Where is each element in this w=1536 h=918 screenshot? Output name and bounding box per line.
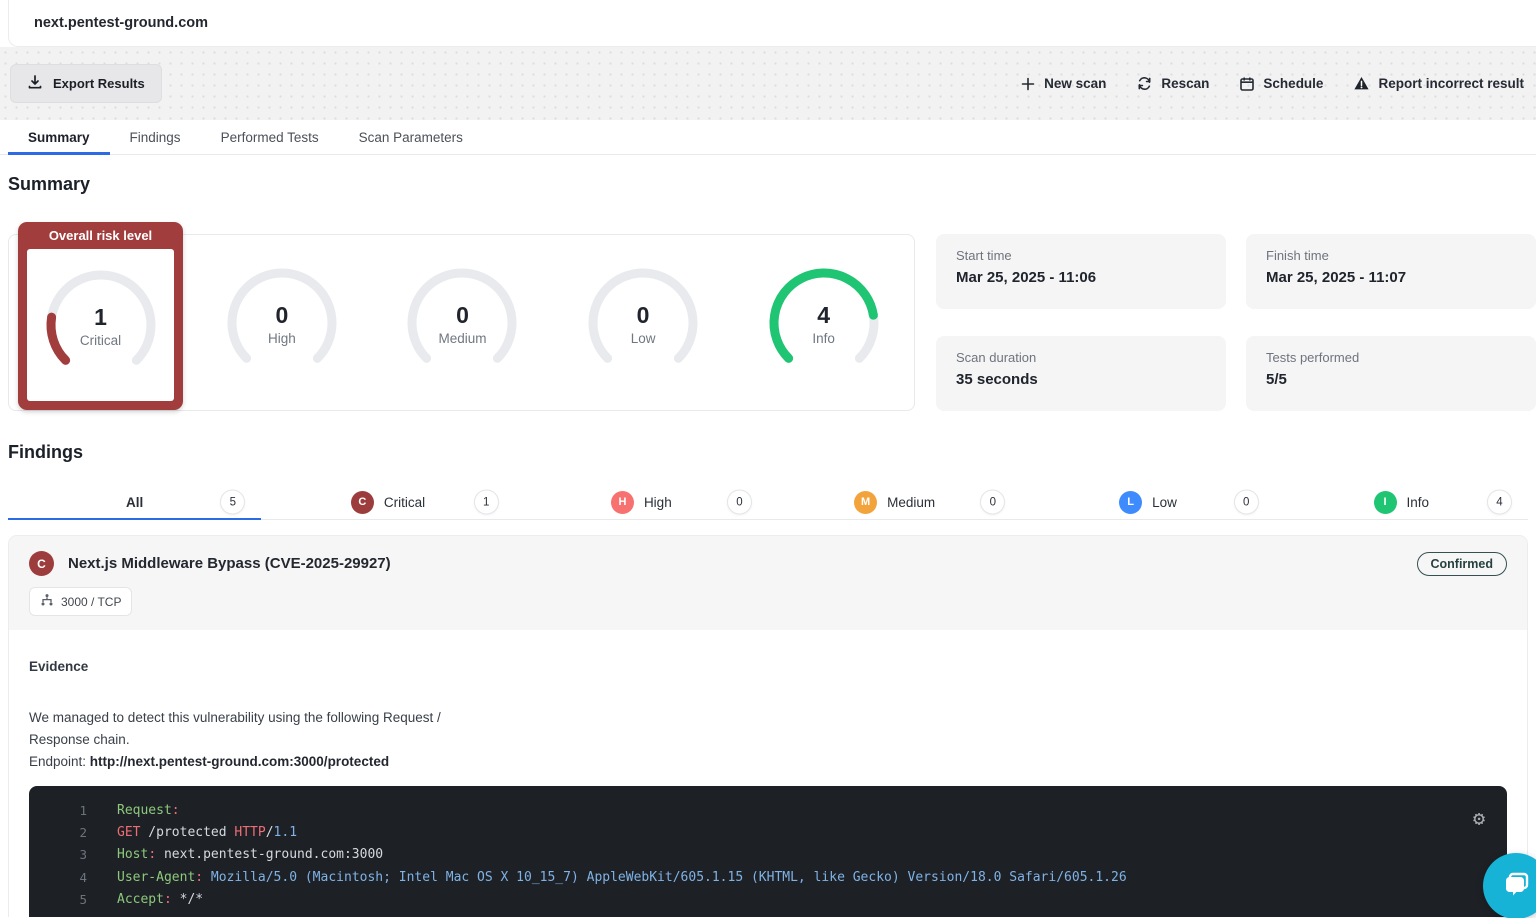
rescan-button[interactable]: Rescan	[1136, 75, 1209, 92]
code-lines: 1Request:2GET /protected HTTP/1.13Host: …	[29, 799, 1507, 910]
filter-count-critical: 1	[474, 490, 499, 515]
summary-heading: Summary	[8, 174, 1528, 195]
low-severity-icon: L	[1119, 491, 1142, 514]
title-bar: next.pentest-ground.com	[0, 0, 1536, 47]
filter-tab-all[interactable]: All 5	[8, 485, 261, 519]
scan-stats-grid: Start time Mar 25, 2025 - 11:06 Finish t…	[936, 234, 1536, 411]
gauge-low-value: 0	[637, 302, 650, 328]
stat-scan-duration: Scan duration 35 seconds	[936, 336, 1226, 411]
overall-risk-inner: 1 Critical	[27, 249, 174, 401]
filter-tab-critical[interactable]: C Critical 1	[261, 485, 514, 519]
toolbar-actions: New scan Rescan Schedule	[1020, 75, 1524, 92]
gauge-high-label: High	[268, 331, 296, 346]
evidence-description: We managed to detect this vulnerability …	[29, 707, 469, 751]
overall-risk-box: Overall risk level 1 Critical	[18, 222, 183, 410]
export-results-button[interactable]: Export Results	[10, 64, 162, 103]
tab-performed-tests[interactable]: Performed Tests	[201, 120, 339, 154]
finding-header[interactable]: C Next.js Middleware Bypass (CVE-2025-29…	[9, 536, 1527, 630]
http-request-code-block: 1Request:2GET /protected HTTP/1.13Host: …	[29, 786, 1507, 917]
chat-widget-button[interactable]	[1483, 853, 1536, 918]
toolbar-band: Export Results New scan Rescan	[0, 47, 1536, 120]
filter-tab-high[interactable]: H High 0	[515, 485, 768, 519]
filter-tab-medium[interactable]: M Medium 0	[768, 485, 1021, 519]
chat-bubble-icon	[1499, 867, 1533, 906]
port-badge[interactable]: 3000 / TCP	[29, 587, 132, 616]
evidence-heading: Evidence	[29, 659, 1507, 674]
gauge-info-value: 4	[817, 302, 830, 328]
gauge-medium-label: Medium	[438, 331, 486, 346]
medium-severity-icon: M	[854, 491, 877, 514]
gauge-high: 0 High	[222, 263, 342, 383]
code-line: 3Host: next.pentest-ground.com:3000	[29, 844, 1507, 866]
high-severity-icon: H	[611, 491, 634, 514]
gear-icon[interactable]: ⚙	[1473, 808, 1485, 828]
finding-severity-icon: C	[29, 551, 54, 576]
scan-target-title: next.pentest-ground.com	[34, 15, 208, 31]
filter-tab-low[interactable]: L Low 0	[1021, 485, 1274, 519]
finding-title: Next.js Middleware Bypass (CVE-2025-2992…	[68, 555, 1417, 572]
schedule-button[interactable]: Schedule	[1239, 76, 1323, 92]
gauge-high-value: 0	[275, 302, 288, 328]
scan-target-card: next.pentest-ground.com	[8, 0, 1536, 47]
overall-risk-label: Overall risk level	[18, 222, 183, 249]
finding-body: Evidence We managed to detect this vulne…	[9, 630, 1527, 917]
stat-finish-time: Finish time Mar 25, 2025 - 11:07	[1246, 234, 1536, 309]
plus-icon	[1020, 76, 1036, 92]
severity-gauges-card: Overall risk level 1 Critical	[8, 234, 915, 411]
endpoint-url: http://next.pentest-ground.com:3000/prot…	[90, 754, 389, 769]
filter-count-high: 0	[727, 490, 752, 515]
gauge-low: 0 Low	[583, 263, 703, 383]
filter-count-low: 0	[1234, 490, 1259, 515]
gauge-medium: 0 Medium	[402, 263, 522, 383]
evidence-endpoint: Endpoint: http://next.pentest-ground.com…	[29, 751, 1507, 773]
tab-findings[interactable]: Findings	[110, 120, 201, 154]
main-tabs: Summary Findings Performed Tests Scan Pa…	[0, 120, 1536, 155]
port-label: 3000 / TCP	[61, 595, 121, 609]
findings-filter-tabs: All 5 C Critical 1 H High 0 M Medium 0 L…	[8, 485, 1528, 520]
code-line: 2GET /protected HTTP/1.1	[29, 821, 1507, 843]
code-line: 4User-Agent: Mozilla/5.0 (Macintosh; Int…	[29, 866, 1507, 888]
filter-tab-info[interactable]: I Info 4	[1275, 485, 1528, 519]
stat-start-time: Start time Mar 25, 2025 - 11:06	[936, 234, 1226, 309]
refresh-icon	[1136, 75, 1153, 92]
confirmed-status-badge: Confirmed	[1417, 552, 1508, 576]
gauge-medium-value: 0	[456, 302, 469, 328]
code-line: 1Request:	[29, 799, 1507, 821]
critical-severity-icon: C	[351, 491, 374, 514]
code-line: 5Accept: */*	[29, 888, 1507, 910]
stat-tests-performed: Tests performed 5/5	[1246, 336, 1536, 411]
tab-scan-parameters[interactable]: Scan Parameters	[339, 120, 483, 154]
report-incorrect-result-button[interactable]: Report incorrect result	[1353, 75, 1524, 92]
info-severity-icon: I	[1374, 491, 1397, 514]
gauge-critical-label: Critical	[80, 333, 121, 348]
gauge-low-label: Low	[631, 331, 656, 346]
download-icon	[27, 74, 43, 93]
gauge-info: 4 Info	[764, 263, 884, 383]
findings-heading: Findings	[8, 442, 1528, 463]
new-scan-button[interactable]: New scan	[1020, 76, 1106, 92]
summary-row: Overall risk level 1 Critical	[8, 234, 1528, 411]
export-results-label: Export Results	[53, 76, 145, 91]
gauge-critical: 1 Critical	[41, 265, 161, 385]
filter-count-all: 5	[220, 490, 245, 515]
gauge-critical-value: 1	[94, 304, 107, 330]
network-icon	[40, 593, 54, 610]
filter-count-info: 4	[1487, 490, 1512, 515]
gauge-info-label: Info	[812, 331, 835, 346]
filter-count-medium: 0	[980, 490, 1005, 515]
tab-summary[interactable]: Summary	[8, 120, 110, 154]
warning-icon	[1353, 75, 1370, 92]
calendar-icon	[1239, 76, 1255, 92]
finding-card: C Next.js Middleware Bypass (CVE-2025-29…	[8, 535, 1528, 917]
